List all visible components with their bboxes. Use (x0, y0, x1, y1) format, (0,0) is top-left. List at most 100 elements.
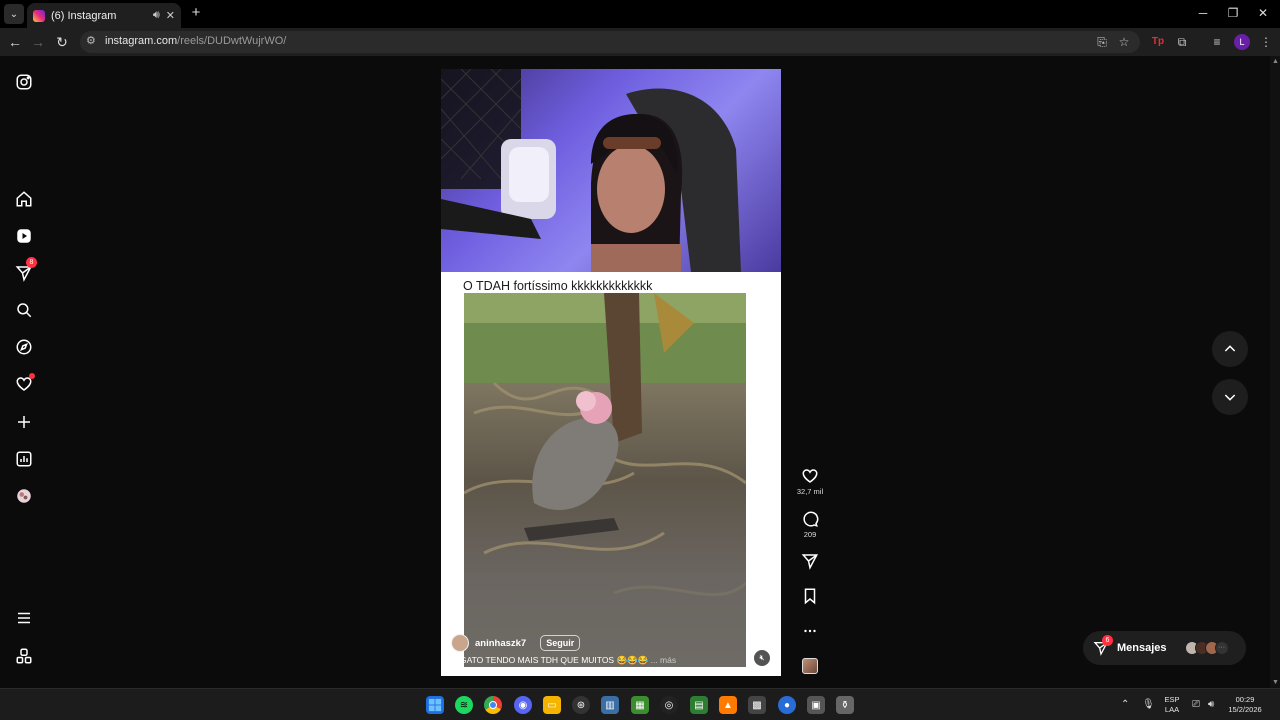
chrome-icon[interactable] (484, 696, 502, 714)
extension-tp-icon[interactable]: Tp (1150, 34, 1166, 50)
language-indicator[interactable]: ESP LAA (1160, 695, 1184, 715)
comment-bubble-icon[interactable] (801, 510, 819, 528)
reel-author: aninhaszk7 Seguir (451, 634, 581, 652)
chevron-down-icon (1224, 394, 1236, 401)
address-bar[interactable]: ⚙ instagram.com/reels/DUDwtWujrWO/ (80, 31, 1140, 53)
save-bookmark-icon[interactable] (801, 587, 819, 605)
reel-description[interactable]: O GATO TENDO MAIS TDH QUE MUITOS 😂😂😂 ...… (451, 655, 676, 666)
reload-icon[interactable]: ↻ (53, 33, 71, 51)
reel-cat-video (464, 293, 746, 667)
windows-taskbar: ≋ ◉ ▭ ⊛ ▥ ▦ ◎ ▤ ▲ ▩ ● ▣ ⚱ ⌃ 🎙︎ ESP LAA ⎚… (0, 688, 1280, 720)
discord-icon[interactable]: ◉ (514, 696, 532, 714)
install-app-icon[interactable]: ⎘ (1094, 34, 1110, 50)
reel-video-player[interactable]: O TDAH fortíssimo kkkkkkkkkkkkk aninhasz… (441, 69, 781, 676)
windows-start-icon[interactable] (426, 696, 444, 714)
share-action[interactable] (798, 552, 822, 570)
close-window-button[interactable]: ✕ (1248, 4, 1278, 22)
comment-count: 209 (803, 530, 817, 539)
chevron-up-icon (1224, 345, 1236, 352)
reel-caption: O TDAH fortíssimo kkkkkkkkkkkkk (463, 279, 653, 293)
scroll-down-arrow-icon[interactable]: ▼ (1272, 679, 1279, 686)
instagram-logo-icon[interactable] (14, 72, 34, 92)
clock[interactable]: 00:29 15/2/2026 (1222, 695, 1268, 715)
scroll-up-arrow-icon[interactable]: ▲ (1272, 58, 1279, 65)
new-tab-button[interactable]: + (188, 5, 204, 21)
app-icon-14[interactable]: ⚱ (836, 696, 854, 714)
back-arrow-icon[interactable]: ← (6, 33, 24, 51)
instagram-favicon-icon (33, 9, 45, 22)
share-paper-plane-icon[interactable] (801, 552, 819, 570)
messages-label: Mensajes (1117, 642, 1167, 654)
comment-action[interactable]: 209 (798, 510, 822, 539)
language-line-1: ESP (1164, 695, 1180, 704)
profile-avatar[interactable]: L (1234, 34, 1250, 50)
file-explorer-icon[interactable]: ▭ (543, 696, 561, 714)
dashboard-chart-icon[interactable] (14, 449, 34, 469)
microphone-icon[interactable]: 🎙︎ (1142, 699, 1155, 710)
app-icon-9[interactable]: ▤ (690, 696, 708, 714)
app-icon-8[interactable]: ◎ (660, 696, 678, 714)
clock-date: 15/2/2026 (1228, 705, 1262, 714)
author-avatar[interactable] (451, 634, 469, 652)
more-dots-icon[interactable] (801, 622, 819, 640)
messages-pill-badge: 6 (1102, 635, 1113, 646)
next-reel-button[interactable] (1212, 379, 1248, 415)
url-text[interactable]: instagram.com/reels/DUDwtWujrWO/ (105, 35, 286, 47)
volume-icon[interactable]: 🔊︎ (1208, 699, 1214, 710)
create-plus-icon[interactable] (14, 412, 34, 432)
extensions-puzzle-icon[interactable]: ⧉ (1174, 34, 1190, 50)
url-path: /reels/DUDwtWujrWO/ (177, 35, 287, 47)
app-icon-11[interactable]: ▩ (748, 696, 766, 714)
site-info-icon[interactable]: ⚙ (86, 34, 96, 47)
instagram-page: 8 O TDAH fortíssimo kkkkkkkkkkkkk aninha… (0, 56, 1280, 688)
author-username[interactable]: aninhaszk7 (475, 638, 526, 649)
like-heart-icon[interactable] (801, 467, 819, 485)
url-host: instagram.com (105, 35, 178, 47)
browser-tab-strip: ⌄ (6) Instagram 🔊︎ ✕ + ─ ❐ ✕ (0, 0, 1280, 28)
app-icon-10[interactable]: ▲ (719, 696, 737, 714)
search-icon[interactable] (14, 300, 34, 320)
home-icon[interactable] (14, 189, 34, 209)
tab-audio-icon[interactable]: 🔊︎ (153, 9, 160, 22)
language-line-2: LAA (1164, 705, 1180, 714)
follow-button[interactable]: Seguir (540, 635, 581, 651)
spotify-icon[interactable]: ≋ (455, 696, 473, 714)
tray-overflow-chevron-icon[interactable]: ⌃ (1121, 699, 1129, 710)
app-icon-13[interactable]: ▣ (807, 696, 825, 714)
app-icon-12[interactable]: ● (778, 696, 796, 714)
messages-avatars: ··· (1184, 641, 1229, 655)
restore-button[interactable]: ❐ (1218, 4, 1248, 22)
chrome-menu-icon[interactable]: ⋮ (1258, 34, 1274, 50)
tab-search-button[interactable]: ⌄ (4, 4, 24, 24)
browser-tab-instagram[interactable]: (6) Instagram 🔊︎ ✕ (27, 3, 181, 28)
also-from-meta-icon[interactable] (14, 646, 34, 666)
app-icon-6[interactable]: ▥ (601, 696, 619, 714)
messages-pill[interactable]: 6 Mensajes ··· (1083, 631, 1246, 665)
bookmark-star-icon[interactable]: ☆ (1116, 34, 1132, 50)
network-icon[interactable]: ⎚ (1192, 699, 1200, 710)
more-menu-icon[interactable] (14, 608, 34, 628)
message-avatar-more: ··· (1214, 641, 1229, 655)
media-control-icon[interactable]: ≡ (1209, 34, 1225, 50)
more-options-action[interactable] (798, 622, 822, 640)
messages-icon[interactable]: 8 (14, 257, 37, 283)
notifications-dot (29, 373, 35, 379)
profile-avatar-icon[interactable] (14, 486, 34, 506)
description-text: O GATO TENDO MAIS TDH QUE MUITOS 😂😂😂 (451, 655, 649, 665)
reels-icon[interactable] (14, 226, 34, 246)
explore-compass-icon[interactable] (14, 337, 34, 357)
like-action[interactable]: 32,7 mil (797, 467, 823, 496)
original-audio-thumbnail[interactable] (802, 658, 818, 674)
save-action[interactable] (798, 587, 822, 605)
mute-toggle-icon[interactable]: 🔇︎ (754, 650, 770, 666)
tab-close-icon[interactable]: ✕ (166, 9, 175, 22)
more-link[interactable]: ... más (651, 655, 677, 665)
page-scrollbar[interactable]: ▲ ▼ (1270, 56, 1280, 688)
minimize-button[interactable]: ─ (1188, 4, 1218, 22)
minecraft-icon[interactable]: ▦ (631, 696, 649, 714)
notifications-heart-icon[interactable] (14, 373, 35, 394)
messages-pill-icon: 6 (1093, 635, 1113, 656)
previous-reel-button[interactable] (1212, 331, 1248, 367)
forward-arrow-icon[interactable]: → (29, 33, 47, 51)
app-icon-5[interactable]: ⊛ (572, 696, 590, 714)
